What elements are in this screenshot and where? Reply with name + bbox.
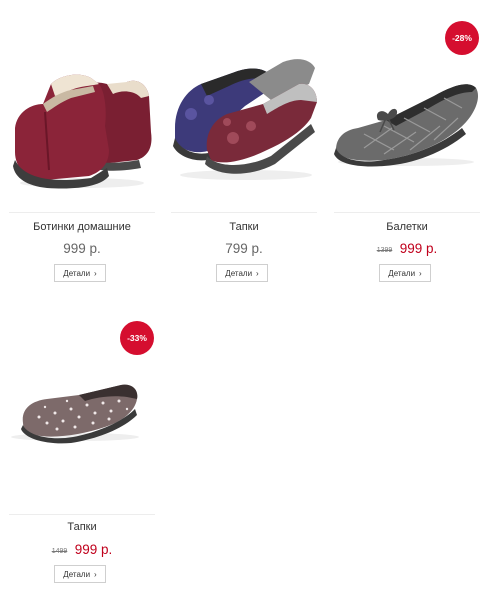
- details-button-label: Детали: [63, 268, 91, 278]
- card-divider: [334, 212, 480, 213]
- price-row: 1499 999 р.: [9, 541, 155, 559]
- price-row: 999 р.: [9, 240, 155, 258]
- product-price: 999 р.: [399, 241, 438, 256]
- price-row: 1399 999 р.: [334, 240, 480, 258]
- details-button[interactable]: Детали ›: [379, 264, 431, 282]
- product-name[interactable]: Тапки: [9, 521, 155, 533]
- discount-badge: -28%: [445, 21, 479, 55]
- discount-badge: -33%: [120, 321, 154, 355]
- card-divider: [171, 212, 317, 213]
- chevron-right-icon: ›: [256, 268, 259, 278]
- chevron-right-icon: ›: [419, 268, 422, 278]
- card-divider: [9, 212, 155, 213]
- product-name[interactable]: Балетки: [334, 221, 480, 233]
- chevron-right-icon: ›: [94, 569, 97, 579]
- details-button[interactable]: Детали ›: [54, 264, 106, 282]
- price-row: 799 р.: [171, 240, 317, 258]
- product-name[interactable]: Ботинки домашние: [9, 221, 155, 233]
- product-name[interactable]: Тапки: [171, 221, 317, 233]
- details-button[interactable]: Детали ›: [216, 264, 268, 282]
- details-button[interactable]: Детали ›: [54, 565, 106, 583]
- product-price: 999 р.: [74, 542, 113, 557]
- product-price: 999 р.: [63, 241, 101, 256]
- product-image-boots[interactable]: [9, 0, 155, 210]
- details-button-label: Детали: [63, 569, 91, 579]
- product-price: 799 р.: [225, 241, 263, 256]
- card-divider: [9, 514, 155, 515]
- product-image-slippers[interactable]: [171, 0, 317, 210]
- details-button-label: Детали: [225, 268, 253, 278]
- details-button-label: Детали: [388, 268, 416, 278]
- old-price: 1499: [51, 548, 68, 555]
- old-price: 1399: [376, 247, 393, 254]
- chevron-right-icon: ›: [94, 268, 97, 278]
